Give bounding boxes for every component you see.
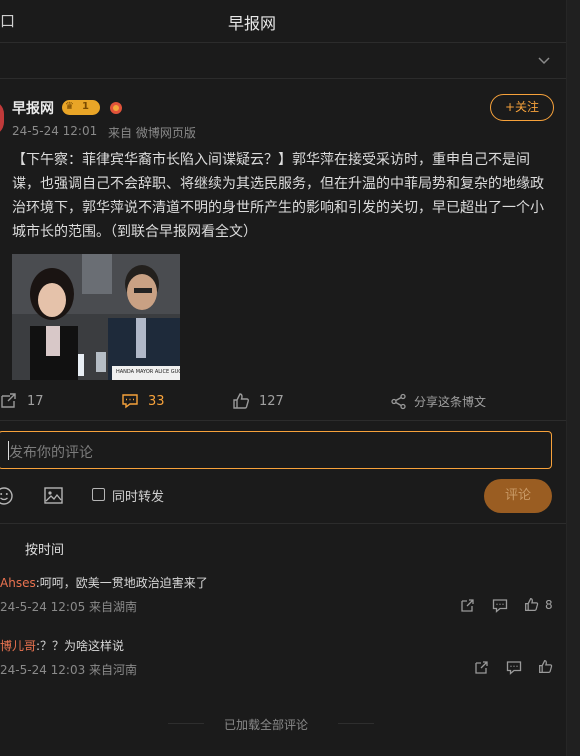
comment-like-button[interactable]: 8	[524, 597, 553, 612]
comment-share-icon[interactable]	[474, 660, 489, 675]
actions-divider	[0, 420, 566, 421]
comment-text: :？？为啥这样说	[36, 639, 125, 653]
comment-user[interactable]: 博儿哥	[0, 639, 36, 653]
repost-checkbox-label[interactable]: 同时转发	[112, 486, 164, 505]
photo-icon	[12, 254, 180, 380]
comment-count: 33	[148, 393, 165, 409]
post-username[interactable]: 早报网	[12, 98, 54, 118]
repost-count: 17	[27, 393, 44, 409]
submit-comment-button[interactable]: 评论	[484, 479, 552, 513]
comment-item: 博儿哥:？？为啥这样说 24-5-24 12:03 来自河南	[0, 637, 566, 687]
share-button[interactable]: 分享这条博文	[390, 391, 486, 411]
section-divider	[0, 78, 566, 79]
vip-level: 1	[82, 101, 89, 112]
post-image[interactable]: HANDA MAYOR ALICE GUO	[12, 254, 180, 380]
medal-icon	[108, 100, 124, 116]
post-content: 【下午察：菲律宾华裔市长陷入间谍疑云？】郭华萍在接受采访时，重申自己不是间谍，也…	[12, 152, 544, 240]
comment-text: :呵呵，欧美一贯地政治迫害来了	[35, 576, 208, 590]
thumbs-up-icon	[539, 660, 553, 673]
comment-input-placeholder: 发布你的评论	[9, 445, 93, 461]
repost-checkbox[interactable]	[92, 488, 105, 501]
comment-share-icon[interactable]	[460, 598, 475, 613]
share-icon	[391, 393, 406, 409]
comment-item: Ahses:呵呵，欧美一贯地政治迫害来了 24-5-24 12:05 来自湖南 …	[0, 574, 566, 624]
header-divider	[0, 42, 566, 43]
image-caption: HANDA MAYOR ALICE GUO	[116, 369, 180, 375]
comment-reply-icon[interactable]	[492, 598, 508, 613]
repost-button[interactable]: 17	[0, 391, 44, 411]
comment-text-line: 博儿哥:？？为啥这样说	[0, 637, 124, 654]
sort-by-time[interactable]: 按时间	[25, 539, 64, 558]
chevron-down-icon[interactable]	[536, 52, 552, 68]
like-button[interactable]: 127	[232, 391, 284, 411]
avatar[interactable]	[0, 100, 4, 136]
page-title: 早报网	[227, 14, 276, 33]
share-label: 分享这条博文	[414, 394, 487, 409]
composer-divider	[0, 523, 566, 524]
crown-icon: ♛	[65, 101, 74, 112]
scrollbar-track[interactable]	[566, 0, 580, 756]
image-upload-icon[interactable]	[44, 487, 63, 504]
thumbs-up-icon	[525, 598, 539, 611]
comment-button[interactable]: 33	[121, 391, 165, 411]
comment-like-count: 8	[545, 597, 553, 612]
comment-user[interactable]: Ahses	[0, 576, 36, 590]
comment-text-line: Ahses:呵呵，欧美一贯地政治迫害来了	[0, 574, 208, 591]
post-source: 来自 微博网页版	[108, 126, 196, 140]
emoji-icon[interactable]	[0, 486, 14, 506]
comment-meta: 24-5-24 12:03 来自河南	[0, 663, 138, 677]
comment-reply-icon[interactable]	[506, 660, 522, 675]
footer-line-right	[338, 723, 374, 724]
comment-like-button[interactable]	[538, 659, 553, 674]
comment-meta: 24-5-24 12:05 来自湖南	[0, 600, 138, 614]
repost-icon	[1, 393, 16, 408]
vip-badge: ♛ 1	[62, 100, 100, 115]
follow-button[interactable]: +关注	[490, 94, 554, 121]
comment-input[interactable]: 发布你的评论	[0, 431, 552, 469]
thumbs-up-icon	[233, 393, 249, 409]
all-comments-loaded: 已加载全部评论	[223, 718, 308, 732]
comment-icon	[122, 394, 138, 409]
post-time[interactable]: 24-5-24 12:01	[12, 124, 97, 138]
like-count: 127	[259, 393, 284, 409]
